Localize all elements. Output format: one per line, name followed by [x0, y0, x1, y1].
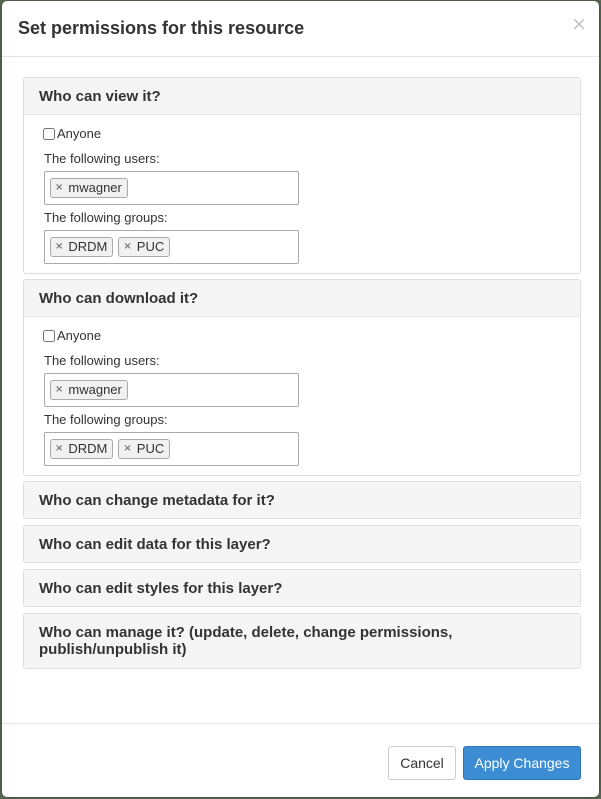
- panel-manage-title-line2: publish/unpublish it): [39, 641, 187, 658]
- panel-download-heading[interactable]: Who can download it?: [24, 280, 580, 317]
- close-icon[interactable]: ×: [571, 15, 587, 34]
- panel-manage-title: Who can manage it? (update, delete, chan…: [39, 624, 452, 658]
- panel-download-title: Who can download it?: [39, 290, 199, 307]
- modal-title: Set permissions for this resource: [18, 18, 305, 38]
- tag: × DRDM: [50, 237, 114, 257]
- tag: × PUC: [118, 237, 171, 257]
- tag: × PUC: [118, 439, 171, 459]
- view-users-input[interactable]: × mwagner: [44, 171, 299, 205]
- permissions-modal: Set permissions for this resource × Who …: [2, 1, 599, 797]
- panel-manage-title-line1: Who can manage it? (update, delete, chan…: [39, 624, 453, 641]
- panel-manage[interactable]: Who can manage it? (update, delete, chan…: [23, 613, 581, 669]
- panel-view: Who can view it? Anyone The following us…: [23, 77, 581, 274]
- download-users-input[interactable]: × mwagner: [44, 373, 299, 407]
- remove-tag-icon[interactable]: ×: [123, 238, 131, 256]
- tag-label: mwagner: [68, 180, 122, 195]
- modal-footer: Cancel Apply Changes: [2, 723, 599, 798]
- tag: × mwagner: [50, 380, 128, 400]
- tag-label: mwagner: [68, 382, 122, 397]
- view-anyone-checkbox[interactable]: [43, 127, 55, 140]
- tag-label: DRDM: [68, 239, 108, 254]
- panel-metadata[interactable]: Who can change metadata for it?: [23, 481, 581, 519]
- download-anyone-option[interactable]: Anyone: [43, 328, 101, 343]
- apply-changes-button[interactable]: Apply Changes: [463, 746, 581, 780]
- panel-edit-styles[interactable]: Who can edit styles for this layer?: [23, 569, 581, 607]
- remove-tag-icon[interactable]: ×: [55, 238, 63, 256]
- cancel-button[interactable]: Cancel: [388, 746, 456, 780]
- modal-header: Set permissions for this resource ×: [2, 1, 599, 57]
- panel-download: Who can download it? Anyone The followin…: [23, 279, 581, 476]
- panel-metadata-heading[interactable]: Who can change metadata for it?: [24, 482, 580, 518]
- panel-edit-data[interactable]: Who can edit data for this layer?: [23, 525, 581, 563]
- tag-label: PUC: [136, 239, 165, 254]
- remove-tag-icon[interactable]: ×: [55, 179, 63, 197]
- download-anyone-label: Anyone: [57, 328, 102, 343]
- download-anyone-checkbox[interactable]: [43, 329, 55, 342]
- panel-metadata-title: Who can change metadata for it?: [39, 492, 275, 509]
- remove-tag-icon[interactable]: ×: [55, 440, 63, 458]
- panel-edit-data-title: Who can edit data for this layer?: [39, 536, 271, 553]
- view-groups-label: The following groups:: [44, 210, 168, 225]
- panel-view-title: Who can view it?: [39, 88, 161, 105]
- view-anyone-option[interactable]: Anyone: [43, 126, 101, 141]
- download-groups-label: The following groups:: [44, 412, 168, 427]
- panel-edit-styles-heading[interactable]: Who can edit styles for this layer?: [24, 570, 580, 606]
- panel-view-heading[interactable]: Who can view it?: [24, 78, 580, 115]
- panel-manage-heading[interactable]: Who can manage it? (update, delete, chan…: [24, 614, 580, 668]
- remove-tag-icon[interactable]: ×: [55, 381, 63, 399]
- view-groups-input[interactable]: × DRDM × PUC: [44, 230, 299, 264]
- panel-edit-styles-title: Who can edit styles for this layer?: [39, 580, 283, 597]
- download-users-label: The following users:: [44, 353, 160, 368]
- download-groups-input[interactable]: × DRDM × PUC: [44, 432, 299, 466]
- view-anyone-label: Anyone: [57, 126, 102, 141]
- remove-tag-icon[interactable]: ×: [123, 440, 131, 458]
- tag-label: DRDM: [68, 441, 108, 456]
- view-users-label: The following users:: [44, 151, 160, 166]
- tag: × mwagner: [50, 178, 128, 198]
- panel-edit-data-heading[interactable]: Who can edit data for this layer?: [24, 526, 580, 562]
- tag: × DRDM: [50, 439, 114, 459]
- tag-label: PUC: [136, 441, 165, 456]
